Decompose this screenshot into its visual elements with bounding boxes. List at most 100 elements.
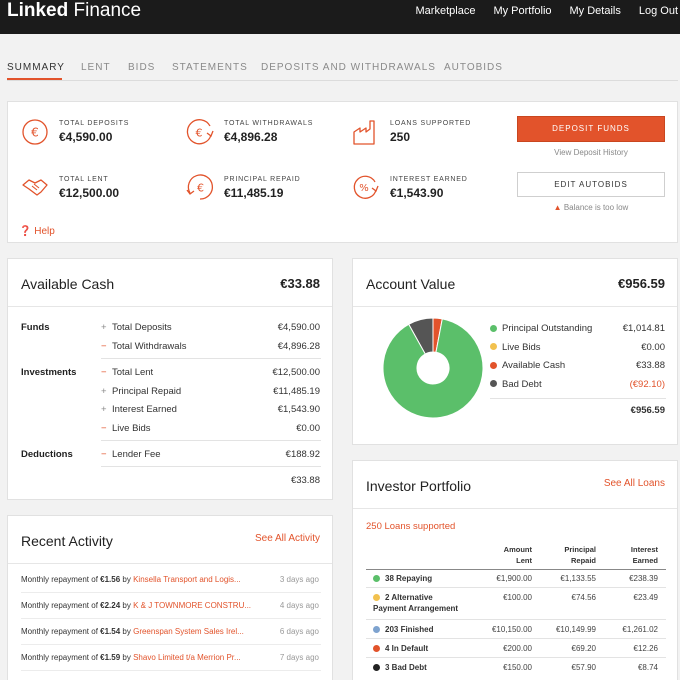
- portfolio-row-label[interactable]: 4 In Default: [373, 644, 428, 653]
- portfolio-value-earned: €238.39: [629, 574, 658, 583]
- portfolio-value-lent: €100.00: [503, 593, 532, 602]
- top-nav: Marketplace My Portfolio My Details Log …: [398, 0, 680, 22]
- legend-label: Available Cash: [502, 360, 566, 371]
- card-divider: [8, 563, 332, 564]
- see-all-loans-link[interactable]: See All Loans: [604, 478, 665, 489]
- legend-item-principal-outstanding: Principal Outstanding: [490, 323, 592, 334]
- portfolio-row-label[interactable]: 2 Alternative Payment Arrangement: [373, 593, 458, 613]
- question-icon: ❓: [19, 226, 32, 237]
- nav-marketplace[interactable]: Marketplace: [416, 0, 476, 22]
- legend-label: Live Bids: [502, 341, 541, 353]
- legend-label: Bad Debt: [502, 378, 542, 390]
- stat-total-deposits: TOTAL DEPOSITS €4,590.00: [59, 120, 130, 144]
- svg-text:€: €: [196, 127, 203, 140]
- portfolio-value-repaid: €10,149.99: [555, 625, 596, 634]
- value-total-withdrawals: €4,896.28: [277, 341, 320, 352]
- activity-item[interactable]: Monthly repayment of €1.56 by Kinsella T…: [21, 575, 319, 584]
- legend-label: Principal Outstanding: [502, 323, 593, 334]
- status-dot: [373, 593, 380, 601]
- portfolio-value-lent: €10,150.00: [491, 625, 532, 634]
- activity-item[interactable]: Monthly repayment of €1.59 by Shavo Limi…: [21, 653, 319, 662]
- activity-divider: [21, 644, 321, 645]
- tab-lent[interactable]: LENT: [81, 62, 111, 73]
- portfolio-value-repaid: €74.56: [571, 593, 596, 602]
- nav-my-portfolio[interactable]: My Portfolio: [493, 0, 551, 22]
- header-interest-earned: Interest Earned: [630, 545, 658, 565]
- legend-dot: [490, 361, 497, 369]
- euro-withdraw-icon: €: [186, 119, 214, 145]
- stat-total-lent: TOTAL LENT €12,500.00: [59, 176, 120, 200]
- legend-value: €33.88: [635, 360, 665, 371]
- table-header-divider: [366, 569, 666, 570]
- card-divider: [353, 306, 677, 307]
- legend-value: €0.00: [641, 341, 665, 353]
- svg-text:€: €: [197, 182, 204, 195]
- row-total-withdrawals: − Total Withdrawals: [101, 341, 187, 352]
- investments-label: Investments: [21, 367, 77, 378]
- help-link[interactable]: ❓ Help: [19, 226, 55, 237]
- edit-autobids-button[interactable]: EDIT AUTOBIDS: [517, 172, 665, 197]
- available-cash-title: Available Cash: [21, 276, 115, 292]
- svg-text:%: %: [359, 183, 369, 194]
- activity-item[interactable]: Monthly repayment of €2.24 by K & J TOWN…: [21, 601, 319, 610]
- value-total-deposits: €4,590.00: [277, 322, 320, 333]
- stat-interest-earned: INTEREST EARNED €1,543.90: [390, 176, 468, 200]
- portfolio-row-divider: [366, 657, 666, 658]
- account-value-total: €956.59: [630, 405, 665, 416]
- portfolio-row-divider: [366, 638, 666, 639]
- tabs-divider: [7, 80, 678, 81]
- see-all-activity-link[interactable]: See All Activity: [255, 533, 320, 544]
- value-live-bids: €0.00: [296, 423, 320, 434]
- card-divider: [353, 508, 677, 509]
- portfolio-row-label[interactable]: 3 Bad Debt: [373, 663, 427, 672]
- status-label: 3 Bad Debt: [385, 663, 427, 672]
- deposit-funds-button[interactable]: DEPOSIT FUNDS: [517, 116, 665, 142]
- row-divider: [101, 358, 321, 359]
- tab-deposits-withdrawals[interactable]: DEPOSITS AND WITHDRAWALS: [261, 62, 436, 73]
- stat-loans-supported: LOANS SUPPORTED 250: [390, 120, 472, 144]
- portfolio-value-lent: €150.00: [503, 663, 532, 672]
- tab-summary[interactable]: SUMMARY: [7, 62, 65, 73]
- view-deposit-history-link[interactable]: View Deposit History: [517, 148, 665, 157]
- funds-label: Funds: [21, 322, 50, 333]
- account-value-card: Account Value €956.59 Principal Outstand…: [352, 258, 678, 445]
- activity-item[interactable]: Monthly repayment of €1.54 by Greenspan …: [21, 627, 319, 636]
- value-principal-repaid: €11,485.19: [273, 386, 320, 397]
- available-cash-total: €33.88: [290, 475, 320, 486]
- loans-supported-link[interactable]: 250 Loans supported: [366, 521, 455, 532]
- portfolio-row-divider: [366, 587, 666, 588]
- portfolio-value-lent: €1,900.00: [496, 574, 532, 583]
- row-principal-repaid: + Principal Repaid: [101, 386, 182, 397]
- tab-bar: SUMMARY LENT BIDS STATEMENTS DEPOSITS AN…: [0, 34, 680, 81]
- status-label-line2: Payment Arrangement: [373, 604, 459, 613]
- value-lender-fee: €188.92: [285, 449, 320, 460]
- recent-activity-title: Recent Activity: [21, 533, 113, 549]
- active-tab-indicator: [7, 78, 62, 80]
- status-label: 203 Finished: [385, 625, 434, 634]
- brand-logo[interactable]: Linked Finance: [7, 0, 141, 22]
- account-value-donut-chart: [382, 317, 484, 419]
- nav-log-out[interactable]: Log Out: [639, 0, 678, 22]
- legend-item-live-bids: Live Bids: [490, 342, 541, 353]
- handshake-icon: [22, 179, 48, 196]
- portfolio-value-earned: €12.26: [633, 644, 658, 653]
- stat-principal-repaid: PRINCIPAL REPAID €11,485.19: [224, 176, 301, 200]
- value-total-lent: €12,500.00: [272, 367, 320, 378]
- investor-portfolio-title: Investor Portfolio: [366, 478, 472, 494]
- legend-dot: [490, 380, 497, 387]
- portfolio-value-repaid: €69.20: [571, 644, 596, 653]
- tab-autobids[interactable]: AUTOBIDS: [444, 62, 503, 73]
- header-amount-lent: Amount Lent: [503, 545, 532, 565]
- activity-divider: [21, 670, 321, 671]
- warning-icon: ▲: [553, 203, 562, 212]
- nav-my-details[interactable]: My Details: [570, 0, 621, 22]
- tab-statements[interactable]: STATEMENTS: [172, 62, 248, 73]
- row-divider: [101, 440, 321, 441]
- portfolio-value-earned: €23.49: [633, 593, 658, 602]
- portfolio-row-label[interactable]: 203 Finished: [373, 625, 433, 634]
- account-value-title: Account Value: [366, 276, 456, 292]
- portfolio-row-label[interactable]: 38 Repaying: [373, 574, 432, 583]
- row-total-lent: − Total Lent: [101, 367, 154, 378]
- tab-bids[interactable]: BIDS: [128, 62, 155, 73]
- row-divider: [101, 466, 321, 467]
